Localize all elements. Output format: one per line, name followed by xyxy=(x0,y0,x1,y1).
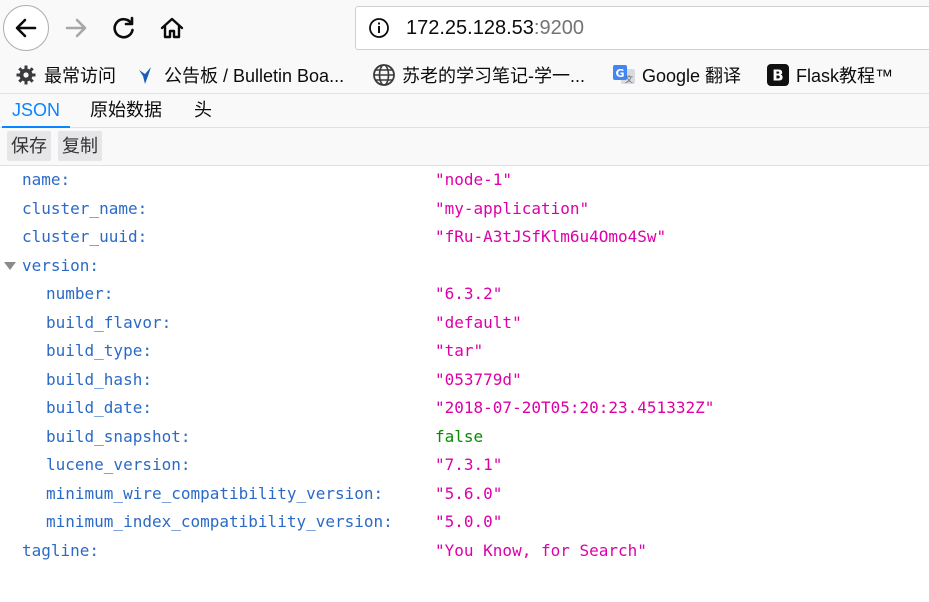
json-key: build_date: xyxy=(46,398,152,417)
json-value: "6.3.2" xyxy=(435,284,503,303)
bookmark-label: Flask教程™ xyxy=(796,66,894,86)
home-icon xyxy=(160,17,184,39)
gear-icon xyxy=(14,63,38,87)
json-row-tagline[interactable]: tagline: "You Know, for Search" xyxy=(0,537,929,565)
json-value: "053779d" xyxy=(435,369,522,389)
json-value: "5.0.0" xyxy=(435,512,503,531)
json-key: tagline: xyxy=(22,540,100,560)
json-row-min-index-compat[interactable]: minimum_index_compatibility_version: "5.… xyxy=(0,508,929,536)
json-row-build-snapshot[interactable]: build_snapshot: false xyxy=(0,423,929,451)
json-row-lucene-version[interactable]: lucene_version: "7.3.1" xyxy=(0,451,929,479)
json-key: build_hash: xyxy=(46,369,152,389)
json-key: minimum_index_compatibility_version: xyxy=(46,512,393,531)
bookmarks-bar: 最常访问 公告板 / Bulletin Boa... 苏老的学习笔记-学一... xyxy=(0,57,929,94)
json-key: build_snapshot: xyxy=(46,426,191,446)
bulletin-icon xyxy=(134,63,158,87)
json-row-version[interactable]: version: xyxy=(0,252,929,280)
bookmark-bulletin-board[interactable]: 公告板 / Bulletin Boa... xyxy=(134,62,344,88)
json-viewer-tabs: JSON 原始数据 头 xyxy=(0,94,929,128)
json-key: name: xyxy=(22,170,71,189)
json-key: build_type: xyxy=(46,341,152,360)
bookmark-study-notes[interactable]: 苏老的学习笔记-学一... xyxy=(372,62,585,88)
json-value: "default" xyxy=(435,312,522,332)
json-row-build-flavor[interactable]: build_flavor: "default" xyxy=(0,309,929,337)
tab-raw-data[interactable]: 原始数据 xyxy=(90,94,162,127)
address-bar[interactable]: 172.25.128.53:9200 xyxy=(355,6,929,50)
back-arrow-icon xyxy=(15,18,37,38)
svg-text:B: B xyxy=(772,67,783,85)
bookmark-label: 公告板 / Bulletin Boa... xyxy=(164,66,345,86)
json-key: version: xyxy=(22,255,100,275)
json-value: "5.6.0" xyxy=(435,483,503,503)
json-row-min-wire-compat[interactable]: minimum_wire_compatibility_version: "5.6… xyxy=(0,480,929,508)
google-translate-icon: G 文 xyxy=(612,63,636,87)
json-row-build-date[interactable]: build_date: "2018-07-20T05:20:23.451332Z… xyxy=(0,394,929,422)
json-key: lucene_version: xyxy=(46,455,191,474)
bookmark-flask-tutorial[interactable]: B Flask教程™ xyxy=(766,62,893,88)
tab-json[interactable]: JSON xyxy=(1,94,71,128)
forward-button[interactable] xyxy=(54,3,98,53)
json-row-cluster-uuid[interactable]: cluster_uuid: "fRu-A3tJSfKlm6u4Omo4Sw" xyxy=(0,223,929,251)
site-info-icon[interactable] xyxy=(368,17,390,44)
json-row-name[interactable]: name: "node-1" xyxy=(0,166,929,194)
flask-b-icon: B xyxy=(766,63,790,87)
bookmark-most-visited[interactable]: 最常访问 xyxy=(14,62,116,88)
home-button[interactable] xyxy=(150,3,194,53)
json-row-build-hash[interactable]: build_hash: "053779d" xyxy=(0,366,929,394)
reload-icon xyxy=(113,16,134,39)
url-port: :9200 xyxy=(533,17,584,39)
json-value: "tar" xyxy=(435,341,484,360)
json-actions-bar: 保存 复制 xyxy=(0,128,929,166)
svg-text:文: 文 xyxy=(625,74,633,84)
tab-headers[interactable]: 头 xyxy=(194,94,212,127)
json-value: "2018-07-20T05:20:23.451332Z" xyxy=(435,398,715,417)
browser-toolbar: 172.25.128.53:9200 xyxy=(0,0,929,57)
reload-button[interactable] xyxy=(102,3,146,53)
bookmark-label: Google 翻译 xyxy=(642,66,742,86)
bookmark-label: 最常访问 xyxy=(44,66,116,86)
json-value: "7.3.1" xyxy=(435,455,503,474)
back-button[interactable] xyxy=(3,5,49,51)
json-row-build-type[interactable]: build_type: "tar" xyxy=(0,337,929,365)
json-value: "node-1" xyxy=(435,170,513,189)
url-host: 172.25.128.53 xyxy=(406,17,534,39)
json-value: "my-application" xyxy=(435,198,590,218)
json-row-cluster-name[interactable]: cluster_name: "my-application" xyxy=(0,195,929,223)
bookmark-label: 苏老的学习笔记-学一... xyxy=(402,66,585,86)
globe-icon xyxy=(372,63,396,87)
json-value: "You Know, for Search" xyxy=(435,540,647,560)
json-key: number: xyxy=(46,284,114,303)
json-key: build_flavor: xyxy=(46,312,172,332)
save-button[interactable]: 保存 xyxy=(7,131,51,161)
forward-arrow-icon xyxy=(65,18,87,38)
json-key: minimum_wire_compatibility_version: xyxy=(46,483,384,503)
bookmark-google-translate[interactable]: G 文 Google 翻译 xyxy=(612,62,741,88)
json-key: cluster_uuid: xyxy=(22,227,148,246)
url-text[interactable]: 172.25.128.53:9200 xyxy=(406,17,584,40)
json-key: cluster_name: xyxy=(22,198,148,218)
json-row-number[interactable]: number: "6.3.2" xyxy=(0,280,929,308)
json-value: "fRu-A3tJSfKlm6u4Omo4Sw" xyxy=(435,227,667,246)
copy-button[interactable]: 复制 xyxy=(58,131,102,161)
json-value: false xyxy=(435,426,484,446)
svg-text:G: G xyxy=(615,67,624,80)
expand-toggle-icon[interactable] xyxy=(4,261,16,270)
